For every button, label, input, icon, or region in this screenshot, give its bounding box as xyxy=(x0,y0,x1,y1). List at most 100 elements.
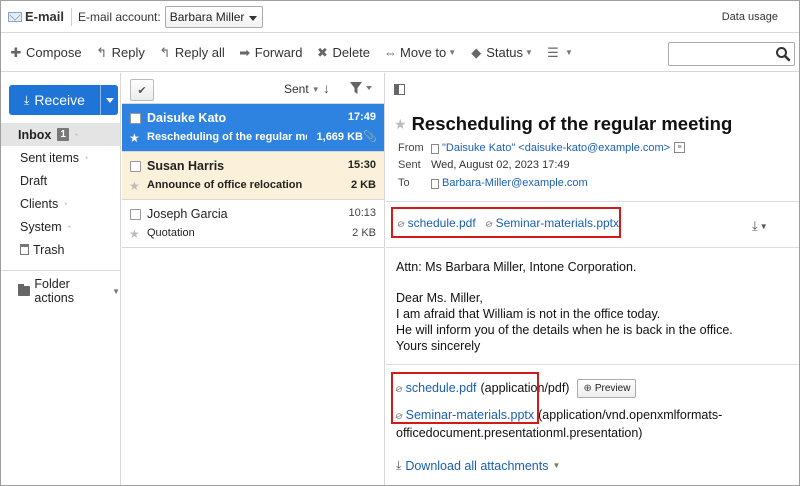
to-address-link[interactable]: Barbara-Miller@example.com xyxy=(442,177,588,189)
preview-button[interactable]: ⊕ Preview xyxy=(577,378,637,398)
divider xyxy=(386,201,799,202)
folder-actions-menu[interactable]: Folder actions ▼ xyxy=(1,277,120,305)
message-header: ★ Rescheduling of the regular meeting xyxy=(394,113,732,135)
search-input[interactable] xyxy=(668,42,795,66)
compose-button[interactable]: ✚ Compose xyxy=(10,45,82,61)
download-menu-button[interactable]: ⤓ ▼ xyxy=(752,218,768,234)
zoom-icon: ⊕ xyxy=(583,382,592,394)
message-body: Attn: Ms Barbara Miller, Intone Corporat… xyxy=(396,259,733,354)
list-item[interactable]: ★ Daisuke Kato 17:49 Rescheduling of the… xyxy=(122,104,384,152)
message-time: 17:49 xyxy=(347,111,376,123)
from-row: From "Daisuke Kato" <daisuke-kato@exampl… xyxy=(398,139,686,157)
sidebar-item-draft[interactable]: Draft xyxy=(1,169,120,192)
check-icon: ✔ xyxy=(137,84,147,97)
message-meta: From "Daisuke Kato" <daisuke-kato@exampl… xyxy=(398,139,686,192)
to-label: To xyxy=(398,176,410,189)
reply-all-button[interactable]: ↰ Reply all xyxy=(159,45,224,61)
body-line: Attn: Ms Barbara Miller, Intone Corporat… xyxy=(396,260,637,274)
body-line: Dear Ms. Miller, xyxy=(396,291,483,305)
reading-pane: ★ Rescheduling of the regular meeting Fr… xyxy=(386,73,799,485)
delete-label: Delete xyxy=(332,45,371,60)
app-title[interactable]: E-mail xyxy=(8,9,64,24)
rss-icon: ◔ xyxy=(62,198,68,209)
delete-icon: ✖ xyxy=(316,44,328,60)
move-to-button[interactable]: ⇔ Move to ▼ xyxy=(384,45,456,60)
search-icon[interactable] xyxy=(775,46,791,62)
address-card-icon[interactable] xyxy=(431,143,439,154)
sidebar-item-clients[interactable]: Clients ◔ xyxy=(1,192,120,215)
filter-icon[interactable] xyxy=(349,81,373,95)
chevron-down-icon xyxy=(249,15,258,21)
body-line: I am afraid that William is not in the o… xyxy=(396,307,661,321)
sidebar-item-system[interactable]: System ◔ xyxy=(1,215,120,238)
vcard-icon[interactable]: ≡ xyxy=(674,142,686,154)
sidebar-item-inbox[interactable]: Inbox 1 ◔ xyxy=(1,123,120,146)
trash-icon xyxy=(20,244,29,255)
expand-pane-icon[interactable] xyxy=(394,84,405,95)
download-icon: ⤓ xyxy=(752,218,758,233)
attachments-bar-highlight: ⌀ schedule.pdf ⌀ Seminar-materials.pptx xyxy=(391,207,621,238)
address-card-icon[interactable] xyxy=(431,178,439,189)
folder-label: Trash xyxy=(33,242,65,257)
chevron-down-icon: ▼ xyxy=(112,286,120,296)
folder-icon xyxy=(18,284,31,296)
chevron-down-icon: ▼ xyxy=(552,461,561,470)
star-icon[interactable]: ★ xyxy=(129,227,140,241)
message-list: ✔ Sent ▼ ↓ ★ Daisuke Kato 17:49 Reschedu… xyxy=(122,73,385,485)
attachment-link-schedule[interactable]: ⌀ schedule.pdf xyxy=(396,216,476,230)
message-title: Rescheduling of the regular meeting xyxy=(411,113,733,134)
rss-icon: ◔ xyxy=(65,221,72,232)
message-sender: Daisuke Kato xyxy=(147,111,227,125)
star-icon[interactable]: ★ xyxy=(129,131,140,145)
divider xyxy=(71,7,73,26)
star-icon[interactable]: ★ xyxy=(394,116,407,133)
message-subject: Announce of office relocation xyxy=(147,179,303,191)
move-to-label: Move to xyxy=(400,45,447,60)
message-checkbox[interactable] xyxy=(130,113,141,124)
data-usage-link[interactable]: Data usage xyxy=(722,11,778,23)
download-all-link[interactable]: ⤓ Download all attachments ▼ xyxy=(396,458,560,473)
chevron-down-icon: ▼ xyxy=(759,221,768,231)
from-address-link[interactable]: "Daisuke Kato" <daisuke-kato@example.com… xyxy=(442,142,670,154)
rss-icon: ◔ xyxy=(72,129,79,140)
sidebar-item-sent-items[interactable]: Sent items ◔ xyxy=(1,146,120,169)
receive-dropdown-button[interactable] xyxy=(101,97,118,103)
star-icon[interactable]: ★ xyxy=(129,179,140,193)
download-all-label: Download all attachments xyxy=(405,458,549,473)
message-size: 1,669 KB xyxy=(316,131,363,143)
attachment-type: (application/vnd.openxmlformats- xyxy=(538,408,723,422)
attachments-highlight-box xyxy=(391,372,539,424)
move-icon: ⇔ xyxy=(384,45,398,60)
more-options-button[interactable]: ☰ ▼ xyxy=(547,45,573,61)
status-button[interactable]: ◆ Status ▼ xyxy=(470,45,533,61)
chevron-down-icon: ▼ xyxy=(564,48,573,57)
sidebar-item-trash[interactable]: Trash xyxy=(1,238,120,261)
attachment-name: schedule.pdf xyxy=(407,216,476,230)
message-checkbox[interactable] xyxy=(130,209,141,220)
select-all-button[interactable]: ✔ xyxy=(130,79,154,101)
sort-direction-icon[interactable]: ↓ xyxy=(323,80,330,96)
attachment-type-continued: officedocument.presentationml.presentati… xyxy=(396,424,722,442)
folder-label: System xyxy=(20,219,62,234)
list-item[interactable]: ★ Joseph Garcia 10:13 Quotation 2 KB xyxy=(122,200,384,248)
message-size: 2 KB xyxy=(350,179,376,191)
receive-button[interactable]: ⤓ Receive xyxy=(9,85,101,115)
message-subject: Quotation xyxy=(147,227,195,239)
reply-button[interactable]: ↰ Reply xyxy=(96,45,145,61)
divider xyxy=(386,247,799,248)
attachment-link-seminar[interactable]: ⌀ Seminar-materials.pptx xyxy=(484,216,619,230)
message-checkbox[interactable] xyxy=(130,161,141,172)
divider xyxy=(1,270,120,271)
paperclip-icon: 📎 xyxy=(363,131,377,143)
from-label: From xyxy=(398,141,424,154)
forward-button[interactable]: ➡ Forward xyxy=(239,45,302,61)
reply-label: Reply xyxy=(111,45,145,60)
delete-button[interactable]: ✖ Delete xyxy=(316,45,370,61)
account-select[interactable]: Barbara Miller xyxy=(164,5,264,28)
download-icon: ⤓ xyxy=(24,92,30,107)
list-item[interactable]: ★ Susan Harris 15:30 Announce of office … xyxy=(122,152,384,200)
message-time: 10:13 xyxy=(348,207,376,219)
message-list-header: ✔ Sent ▼ ↓ xyxy=(122,73,384,104)
chevron-down-icon: ▼ xyxy=(525,48,533,57)
sort-field-select[interactable]: Sent ▼ xyxy=(284,82,320,96)
